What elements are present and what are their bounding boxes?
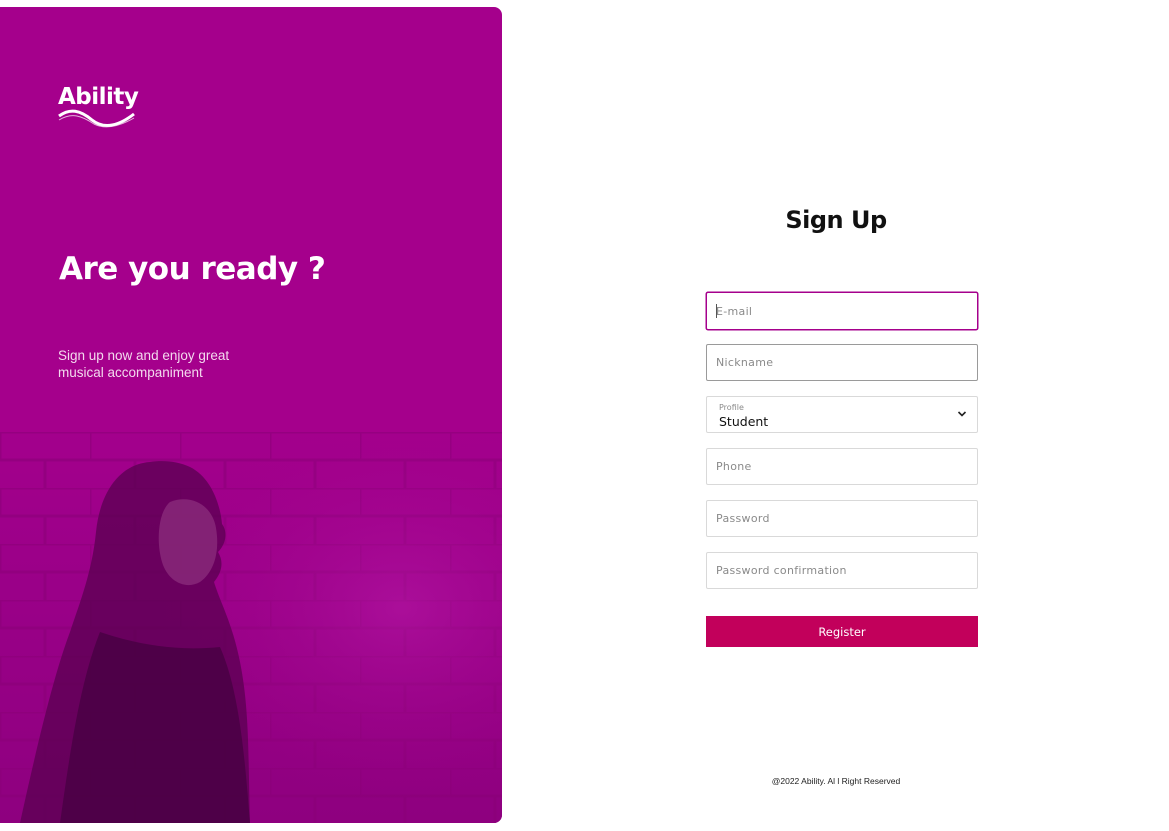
hero-photo bbox=[0, 432, 502, 823]
hero-headline: Are you ready ? bbox=[59, 251, 326, 287]
password-field[interactable] bbox=[707, 501, 977, 536]
signup-title: Sign Up bbox=[785, 206, 887, 234]
phone-field-wrapper bbox=[706, 448, 978, 485]
nickname-field[interactable] bbox=[707, 345, 977, 380]
profile-value: Student bbox=[719, 414, 769, 429]
email-field-wrapper bbox=[706, 292, 978, 330]
profile-select[interactable]: Profile Student bbox=[706, 396, 978, 433]
password-confirmation-field-wrapper bbox=[706, 552, 978, 589]
logo-wave-icon bbox=[58, 109, 135, 128]
password-confirmation-field[interactable] bbox=[707, 553, 977, 588]
nickname-field-wrapper bbox=[706, 344, 978, 381]
brick-wall-image bbox=[0, 432, 502, 823]
register-button[interactable]: Register bbox=[706, 616, 978, 647]
hero-subtitle-line2: musical accompaniment bbox=[58, 365, 203, 380]
profile-label: Profile bbox=[719, 403, 744, 412]
chevron-down-icon[interactable] bbox=[957, 409, 967, 419]
hero-subtitle: Sign up now and enjoy great musical acco… bbox=[58, 347, 258, 381]
footer-copyright: @2022 Ability. Al l Right Reserved bbox=[771, 776, 901, 786]
branding-panel: Ability Are you ready ? Sign up now and … bbox=[0, 7, 502, 823]
phone-field[interactable] bbox=[707, 449, 977, 484]
hero-subtitle-line1: Sign up now and enjoy great bbox=[58, 348, 230, 363]
email-field[interactable] bbox=[707, 293, 977, 329]
password-field-wrapper bbox=[706, 500, 978, 537]
ability-logo: Ability bbox=[58, 84, 178, 134]
text-cursor bbox=[716, 304, 717, 318]
